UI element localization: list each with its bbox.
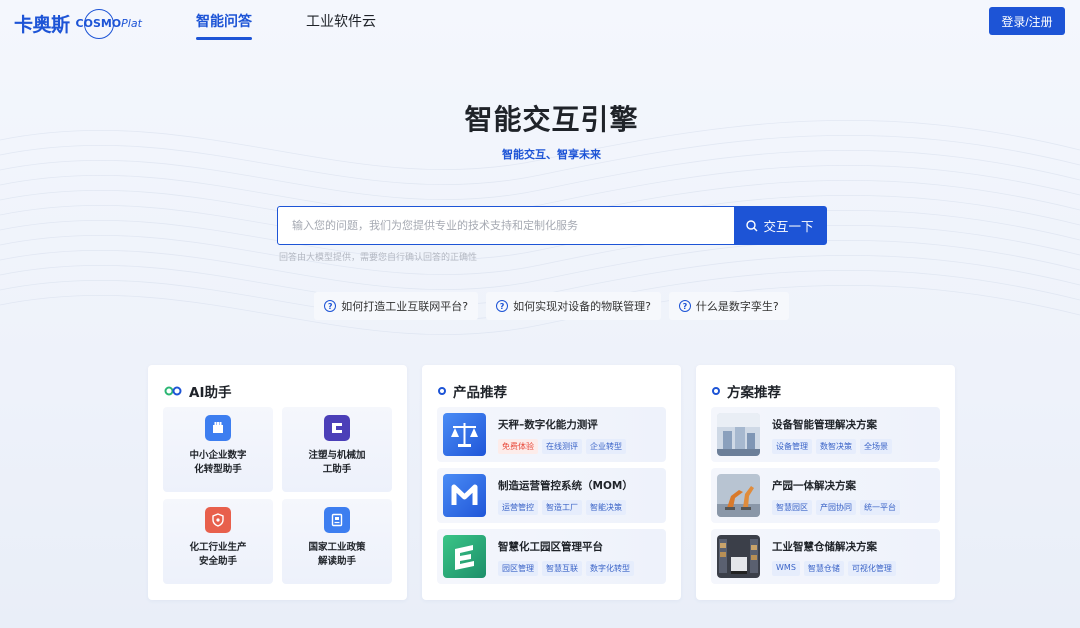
ai-assistant-label: 注塑与机械加 工助手 [308, 450, 366, 475]
tag: 运营管控 [498, 500, 538, 515]
tag: 统一平台 [860, 500, 900, 515]
solution-item-tags: WMS 智慧仓储 可视化管理 [772, 561, 896, 576]
tag: 免费体验 [498, 439, 538, 454]
tag: 智能决策 [586, 500, 626, 515]
product-item-title: 智慧化工园区管理平台 [498, 541, 603, 553]
ai-assistant-policy[interactable]: 国家工业政策 解读助手 [282, 499, 392, 584]
solution-recommend-title-text: 方案推荐 [727, 385, 781, 401]
solution-item-warehouse[interactable]: 工业智慧仓储解决方案 WMS 智慧仓储 可视化管理 [711, 529, 940, 584]
product-item-tags: 园区管理 智慧互联 数字化转型 [498, 561, 634, 576]
active-tab-underline [196, 37, 252, 40]
factory-photo [717, 413, 760, 456]
top-header: 卡奥斯 COSMOPlat 智能问答 工业软件云 登录/注册 [0, 0, 1080, 42]
product-item-title: 制造运营管控系统（MOM） [498, 480, 633, 492]
e-logo-icon [443, 535, 486, 578]
solution-item-park[interactable]: 产园一体解决方案 智慧园区 产园协同 统一平台 [711, 468, 940, 523]
tag: 企业转型 [586, 439, 626, 454]
ai-assistant-card-title: AI助手 [164, 381, 231, 401]
cosmoplat-logo[interactable]: 卡奥斯 COSMOPlat [14, 8, 142, 39]
warehouse-photo [717, 535, 760, 578]
logo-ring-icon [83, 8, 114, 39]
question-icon: ? [324, 300, 337, 312]
search-button-label: 交互一下 [763, 220, 814, 234]
page-title: 智能交互引擎 [464, 103, 639, 136]
ai-assistant-injection-machining[interactable]: 注塑与机械加 工助手 [282, 407, 392, 492]
tag: 设备管理 [772, 439, 812, 454]
scale-icon [443, 413, 486, 456]
ring-bullet-icon [438, 387, 446, 395]
ai-assistant-card: AI助手 中小企业数字 化转型助手 注塑与机械加 工助手 化工行业生产 安全助手… [148, 365, 407, 600]
product-list: 天秤–数字化能力测评 免费体验 在线测评 企业转型 制造运营管控系统（MOM） … [437, 407, 666, 590]
solution-recommend-card-title: 方案推荐 [712, 381, 781, 401]
solution-item-tags: 设备管理 数智决策 全场景 [772, 439, 892, 454]
ai-assistant-grid: 中小企业数字 化转型助手 注塑与机械加 工助手 化工行业生产 安全助手 国家工业… [163, 407, 392, 584]
login-register-button[interactable]: 登录/注册 [989, 7, 1065, 35]
search-disclaimer: 回答由大模型提供，需要您自行确认回答的正确性 [279, 253, 478, 263]
search-box: 交互一下 [277, 206, 827, 245]
tab-smart-qa-label: 智能问答 [196, 14, 252, 30]
logo-chinese-text: 卡奥斯 [14, 13, 70, 36]
logo-english-text: COSMOPlat [76, 8, 142, 39]
building-icon [205, 415, 231, 441]
product-item-title: 天秤–数字化能力测评 [498, 419, 598, 431]
product-item-scale[interactable]: 天秤–数字化能力测评 免费体验 在线测评 企业转型 [437, 407, 666, 462]
tag: 在线测评 [542, 439, 582, 454]
page-subtitle: 智能交互、智享未来 [502, 148, 601, 161]
tab-industrial-software-cloud-label: 工业软件云 [306, 14, 376, 30]
ai-assistant-label: 中小企业数字 化转型助手 [189, 450, 247, 475]
ai-assistant-chemical-safety[interactable]: 化工行业生产 安全助手 [163, 499, 273, 584]
shield-icon [205, 507, 231, 533]
search-button[interactable]: 交互一下 [734, 207, 826, 244]
suggestion-text: 什么是数字孪生? [695, 300, 779, 313]
machine-icon [324, 415, 350, 441]
search-icon [746, 219, 758, 231]
robot-arm-photo [717, 474, 760, 517]
ai-assistant-label: 化工行业生产 安全助手 [189, 542, 247, 567]
tab-industrial-software-cloud[interactable]: 工业软件云 [306, 11, 376, 31]
solution-item-title: 工业智慧仓储解决方案 [772, 541, 877, 553]
tag: WMS [772, 561, 800, 576]
ai-assistant-sme-digital[interactable]: 中小企业数字 化转型助手 [163, 407, 273, 492]
logo-plat: Plat [121, 16, 142, 30]
product-item-tags: 免费体验 在线测评 企业转型 [498, 439, 626, 454]
product-recommend-card: 产品推荐 天秤–数字化能力测评 免费体验 在线测评 企业转型 制造运营管控系统（… [422, 365, 681, 600]
question-icon: ? [496, 300, 509, 312]
tag: 数字化转型 [586, 561, 634, 576]
m-logo-icon [443, 474, 486, 517]
product-recommend-card-title: 产品推荐 [438, 381, 507, 401]
tag: 智慧仓储 [803, 561, 844, 576]
solution-item-device[interactable]: 设备智能管理解决方案 设备管理 数智决策 全场景 [711, 407, 940, 462]
tag: 数智决策 [816, 439, 856, 454]
tag: 全场景 [860, 439, 892, 454]
ai-assistant-title-text: AI助手 [189, 385, 232, 401]
suggested-questions: ? 如何打造工业互联网平台? ? 如何实现对设备的物联管理? ? 什么是数字孪生… [0, 292, 1080, 320]
product-item-chemical-park[interactable]: 智慧化工园区管理平台 园区管理 智慧互联 数字化转型 [437, 529, 666, 584]
suggestion-chip[interactable]: ? 如何打造工业互联网平台? [314, 292, 479, 320]
infinity-icon [164, 386, 182, 396]
product-item-mom[interactable]: 制造运营管控系统（MOM） 运营管控 智造工厂 智能决策 [437, 468, 666, 523]
suggestion-text: 如何打造工业互联网平台? [341, 300, 469, 313]
tag: 智慧互联 [542, 561, 582, 576]
solution-item-title: 产园一体解决方案 [772, 480, 856, 492]
product-item-tags: 运营管控 智造工厂 智能决策 [498, 500, 626, 515]
solution-item-tags: 智慧园区 产园协同 统一平台 [772, 500, 900, 515]
tab-smart-qa[interactable]: 智能问答 [196, 11, 252, 40]
suggestion-chip[interactable]: ? 什么是数字孪生? [668, 292, 789, 320]
tag: 产园协同 [816, 500, 856, 515]
tag: 智慧园区 [772, 500, 812, 515]
tag: 园区管理 [498, 561, 538, 576]
ring-bullet-icon [712, 387, 720, 395]
suggestion-chip[interactable]: ? 如何实现对设备的物联管理? [486, 292, 661, 320]
tag: 可视化管理 [847, 561, 896, 576]
suggestion-text: 如何实现对设备的物联管理? [513, 300, 651, 313]
product-recommend-title-text: 产品推荐 [453, 385, 507, 401]
tag: 智造工厂 [542, 500, 582, 515]
ai-assistant-label: 国家工业政策 解读助手 [308, 542, 366, 567]
solution-list: 设备智能管理解决方案 设备管理 数智决策 全场景 产园一体解决方案 智慧园区 产… [711, 407, 940, 590]
search-input[interactable] [278, 207, 734, 244]
document-icon [324, 507, 350, 533]
solution-recommend-card: 方案推荐 设备智能管理解决方案 设备管理 数智决策 全场景 产园一体解决方案 智… [696, 365, 955, 600]
solution-item-title: 设备智能管理解决方案 [772, 419, 877, 431]
question-icon: ? [678, 300, 691, 312]
